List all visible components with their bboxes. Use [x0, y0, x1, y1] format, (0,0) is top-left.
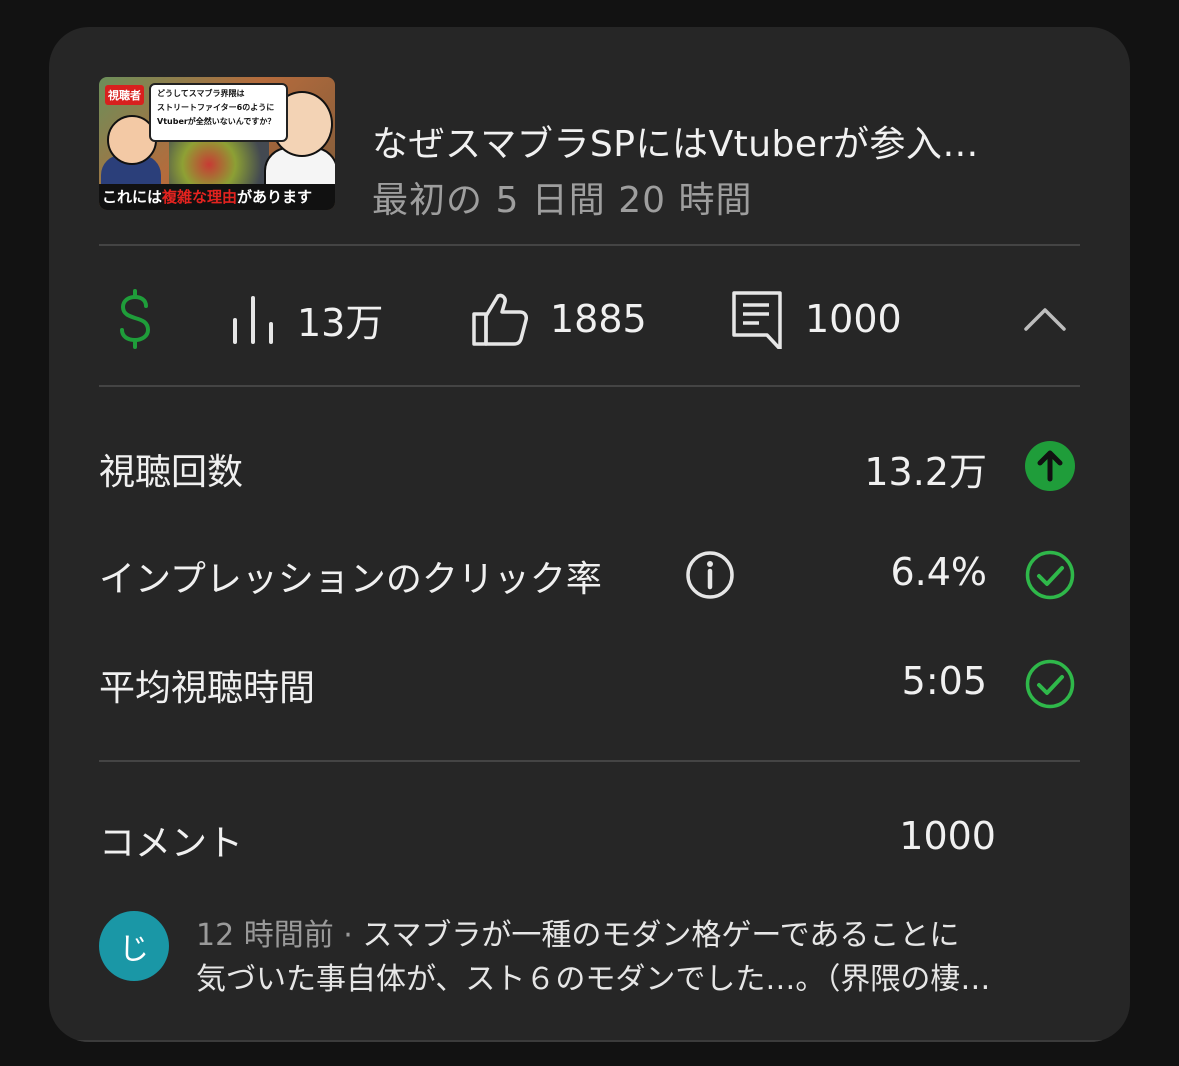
thumbnail-caption-highlight: 複雑な理由 [162, 188, 238, 206]
chevron-up-icon [1023, 304, 1067, 334]
video-title[interactable]: なぜスマブラSPにはVtuberが参入… [372, 115, 979, 167]
comments-label: コメント [99, 823, 244, 864]
divider [99, 760, 1080, 762]
metric-ctr-value: 6.4% [890, 550, 987, 594]
comment-text-line2[interactable]: 気づいた事自体が、スト６のモダンでした…。（界隈の棲… [196, 954, 990, 998]
check-circle-icon [1025, 659, 1075, 709]
thumbnail-bubble-line: どうしてスマブラ界隈は [157, 89, 245, 98]
divider [99, 385, 1080, 387]
avatar[interactable]: じ [99, 911, 169, 981]
comments-stat[interactable]: 1000 [731, 289, 902, 349]
check-circle-icon [1025, 550, 1075, 600]
thumbnail-bubble-line: Vtuberが全然いないんですか？ [157, 117, 276, 126]
thumbnail-caption-post: があります [237, 188, 313, 206]
metric-views-label: 視聴回数 [99, 452, 244, 493]
metric-views-value: 13.2万 [864, 450, 987, 494]
comments-count: 1000 [805, 297, 902, 341]
likes-stat[interactable]: 1885 [472, 289, 647, 349]
up-arrow-icon [1025, 441, 1075, 491]
thumbnail-caption: これには複雑な理由があります [99, 184, 335, 210]
metric-ctr-label: インプレッションのクリック率 [99, 559, 602, 600]
divider [99, 244, 1080, 246]
views-stat[interactable]: 13万 [231, 289, 383, 349]
avatar-letter: じ [119, 932, 149, 967]
comment-time: 12 時間前 [196, 918, 334, 953]
divider [65, 1040, 1114, 1042]
comments-total: 1000 [899, 814, 996, 858]
thumbnail-caption-pre: これには [102, 188, 163, 206]
info-icon[interactable] [685, 550, 735, 600]
video-thumbnail[interactable]: 視聴者 どうしてスマブラ界隈は ストリートファイター6のように Vtuberが全… [99, 77, 335, 210]
comment-separator: · [333, 918, 363, 953]
collapse-button[interactable] [1023, 289, 1067, 349]
bar-chart-icon [231, 294, 275, 344]
video-period: 最初の 5 日間 20 時間 [372, 180, 753, 221]
revenue-button[interactable] [115, 289, 155, 349]
thumbnail-bubble-line: ストリートファイター6のように [157, 103, 275, 112]
comment-text-line1[interactable]: 12 時間前 · スマブラが一種のモダン格ゲーであることに [196, 910, 959, 954]
views-count: 13万 [297, 300, 384, 345]
likes-count: 1885 [550, 297, 647, 341]
thumbnail-speech-bubble: どうしてスマブラ界隈は ストリートファイター6のように Vtuberが全然いない… [149, 83, 288, 142]
video-analytics-card: 視聴者 どうしてスマブラ界隈は ストリートファイター6のように Vtuberが全… [49, 27, 1130, 1042]
thumbnail-tag: 視聴者 [105, 85, 144, 105]
metric-avg-duration-label: 平均視聴時間 [99, 668, 316, 709]
comment-text: スマブラが一種のモダン格ゲーであることに [362, 918, 960, 953]
comment-icon [731, 289, 783, 349]
metric-avg-duration-value: 5:05 [901, 659, 987, 703]
dollar-icon [115, 289, 155, 349]
thumbs-up-icon [472, 292, 528, 346]
